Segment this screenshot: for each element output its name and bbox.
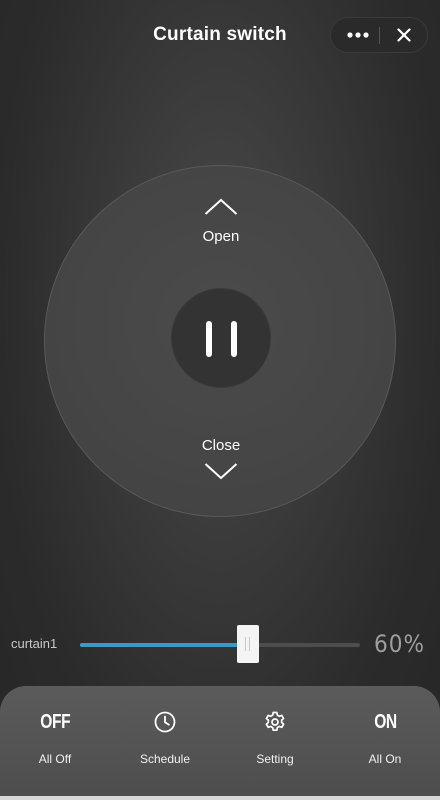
open-button[interactable]: Open	[171, 194, 271, 254]
schedule-button[interactable]: Schedule	[110, 686, 220, 796]
off-icon: OFF	[0, 708, 110, 736]
all-on-label: All On	[368, 752, 402, 766]
on-icon-text: ON	[373, 710, 397, 733]
home-indicator	[0, 796, 440, 800]
setting-icon-wrap	[220, 708, 330, 736]
curtain-name-label: curtain1	[11, 636, 58, 651]
pause-bar-left	[206, 321, 212, 357]
more-button[interactable]	[339, 18, 377, 52]
position-percent: 60%	[374, 630, 425, 658]
position-slider-thumb[interactable]	[237, 625, 259, 663]
all-on-button[interactable]: ON All On	[330, 686, 440, 796]
capsule-divider	[379, 27, 380, 44]
open-label: Open	[202, 228, 240, 245]
mini-program-capsule	[330, 17, 428, 53]
all-off-label: All Off	[38, 752, 72, 766]
close-curtain-button[interactable]: Close	[171, 432, 271, 492]
on-icon: ON	[330, 708, 440, 736]
close-label: Close	[201, 437, 241, 454]
position-slider-fill	[80, 643, 248, 647]
clock-icon	[154, 711, 176, 733]
gear-icon	[265, 711, 285, 732]
setting-label: Setting	[256, 752, 294, 766]
chevron-down-icon	[204, 463, 238, 480]
close-button[interactable]	[385, 18, 423, 52]
position-slider-track[interactable]	[80, 625, 360, 663]
header: Curtain switch	[0, 0, 440, 70]
pause-bar-right	[231, 321, 237, 357]
more-horizontal-icon	[347, 32, 369, 38]
thumb-grip-line	[245, 637, 246, 651]
pause-button[interactable]	[171, 288, 271, 388]
setting-button[interactable]: Setting	[220, 686, 330, 796]
bottom-action-bar: OFF All Off Schedule Setting ON All On	[0, 686, 440, 800]
schedule-icon-wrap	[110, 708, 220, 736]
schedule-label: Schedule	[139, 752, 191, 766]
all-off-button[interactable]: OFF All Off	[0, 686, 110, 796]
off-icon-text: OFF	[39, 710, 71, 733]
curtain-control-dial: Open Close	[44, 165, 396, 517]
curtain-slider-row: curtain1 60%	[0, 620, 440, 670]
chevron-up-icon	[204, 198, 238, 215]
thumb-grip-line	[249, 637, 250, 651]
close-icon	[397, 28, 411, 42]
